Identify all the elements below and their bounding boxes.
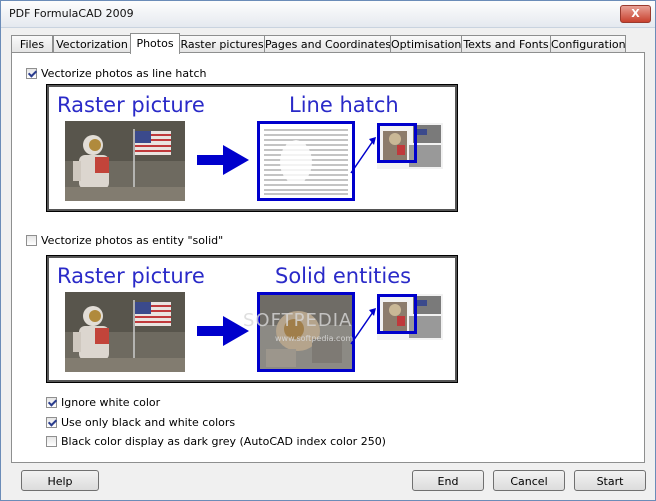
tab-label: Raster pictures [180,38,264,51]
start-button[interactable]: Start [574,470,646,491]
checkbox-box[interactable] [46,396,57,408]
close-button[interactable]: X [620,5,651,23]
tab-label: Vectorization [56,38,128,51]
title-bar[interactable]: PDF FormulaCAD 2009 X [1,1,655,28]
line-hatch-title: Line hatch [289,93,399,117]
main-window: PDF FormulaCAD 2009 X Files Vectorizatio… [0,0,656,501]
line-hatch-illustration: Raster picture Line hatch [46,84,458,212]
black-white-checkbox[interactable]: Use only black and white colors [46,415,235,429]
solid-entities-title: Solid entities [275,264,412,288]
line-hatch-checkbox[interactable]: Vectorize photos as line hatch [26,66,206,80]
pointer-arrow-icon [350,137,376,174]
checkbox-box[interactable] [26,67,37,79]
tab-photos[interactable]: Photos [130,33,180,54]
close-icon: X [631,7,640,20]
checkbox-box[interactable] [26,234,37,246]
raster-picture-title: Raster picture [57,264,205,288]
tab-vectorization[interactable]: Vectorization [53,35,131,53]
tab-label: Pages and Coordinates [265,38,392,51]
tab-label: Photos [136,37,174,50]
help-button[interactable]: Help [21,470,99,491]
black-white-label: Use only black and white colors [61,415,236,429]
tab-label: Texts and Fonts [463,38,549,51]
photos-panel: Vectorize photos as line hatch Raster pi… [11,52,645,463]
solid-entity-checkbox[interactable]: Vectorize photos as entity "solid" [26,233,223,247]
cancel-button[interactable]: Cancel [493,470,565,491]
tab-label: Files [19,38,45,51]
tab-optimisation[interactable]: Optimisation [390,35,462,53]
astronaut-photo [65,121,185,201]
window-title: PDF FormulaCAD 2009 [9,7,134,20]
selection-frame [377,294,417,334]
astronaut-photo [65,292,185,372]
checkbox-box[interactable] [46,435,57,447]
tab-pages-and-coordinates[interactable]: Pages and Coordinates [264,35,391,53]
dark-grey-checkbox[interactable]: Black color display as dark grey (AutoCA… [46,434,386,448]
end-button[interactable]: End [412,470,484,491]
arrow-icon [197,316,249,346]
tab-files[interactable]: Files [11,35,53,53]
watermark-text: SOFTPEDIA [243,310,353,331]
tab-label: Configuration [551,38,626,51]
checkbox-box[interactable] [46,416,57,428]
ignore-white-checkbox[interactable]: Ignore white color [46,395,160,409]
watermark-url: www.softpedia.com [275,334,354,343]
tab-label: Optimisation [391,38,462,51]
tab-configuration[interactable]: Configuration [550,35,626,53]
line-hatch-preview [257,121,355,201]
solid-entities-preview [257,292,355,372]
tab-texts-and-fonts[interactable]: Texts and Fonts [461,35,551,53]
raster-picture-title: Raster picture [57,93,205,117]
pointer-arrow-icon [350,308,376,345]
solid-entities-illustration: Raster picture Solid entities SOFTPEDIA … [46,255,458,383]
arrow-icon [197,145,249,175]
line-hatch-label: Vectorize photos as line hatch [41,66,207,80]
dark-grey-label: Black color display as dark grey (AutoCA… [61,434,386,448]
tab-raster-pictures[interactable]: Raster pictures [179,35,265,53]
ignore-white-label: Ignore white color [61,395,161,409]
solid-entity-label: Vectorize photos as entity "solid" [41,233,224,247]
selection-frame [377,123,417,163]
